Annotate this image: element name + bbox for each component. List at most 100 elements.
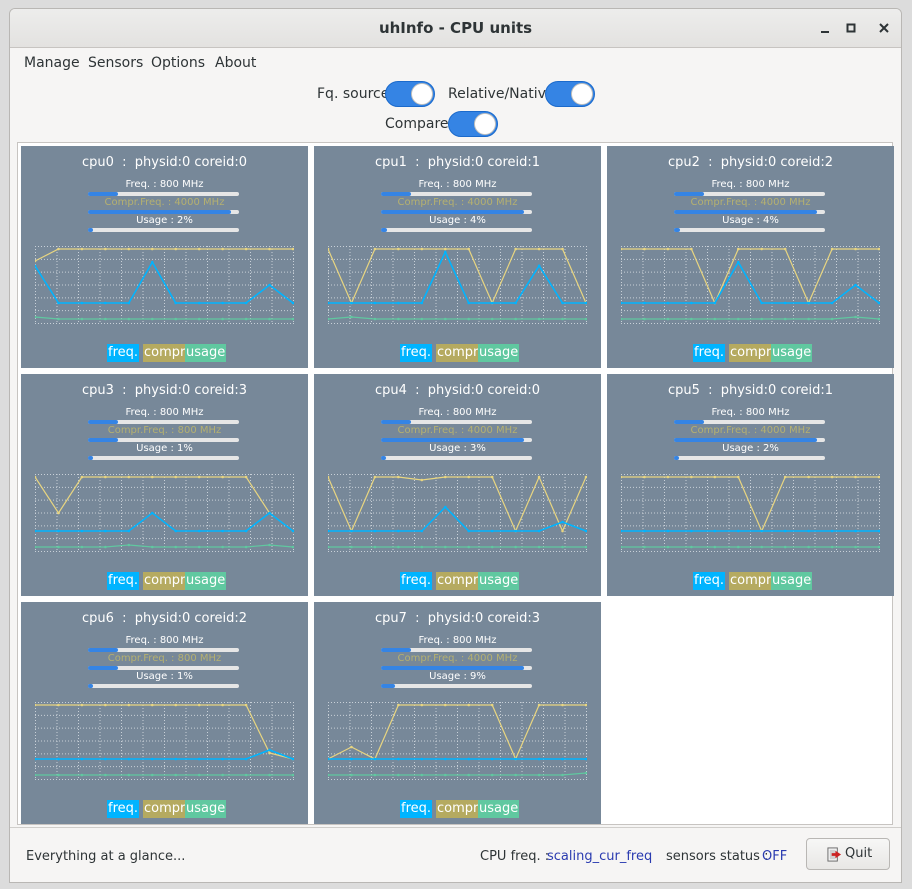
series-point — [621, 545, 623, 549]
series-point — [244, 317, 248, 321]
series-point — [244, 301, 248, 305]
main-window: uhInfo - CPU units Manage Sensors Option… — [9, 8, 902, 883]
series-point — [584, 757, 587, 761]
freq-label: Freq. : 800 MHz — [125, 179, 204, 190]
series-point — [420, 247, 424, 251]
menu-options[interactable]: Options — [151, 55, 205, 71]
legend-usage: usage — [185, 572, 227, 590]
series-point — [174, 773, 178, 777]
window-title: uhInfo - CPU units — [378, 19, 533, 37]
menu-about[interactable]: About — [215, 55, 256, 71]
legend-usage: usage — [771, 344, 813, 362]
compr-freq-bar — [381, 210, 532, 214]
series-point — [443, 773, 447, 777]
series-point — [268, 543, 271, 547]
series-point — [467, 773, 471, 777]
relative-native-switch[interactable] — [545, 81, 595, 107]
series-point — [397, 301, 400, 305]
compr-freq-label: Compr.Freq. : 4000 MHz — [397, 197, 518, 208]
series-point — [328, 301, 330, 305]
series-point — [854, 475, 857, 479]
usage-label: Usage : 1% — [136, 443, 193, 454]
compr-freq-label: Compr.Freq. : 800 MHz — [107, 425, 222, 436]
cpu-history-graph — [328, 474, 587, 552]
freq-bar-fill — [88, 192, 119, 196]
freq-bar-fill — [381, 192, 412, 196]
legend-compr: compr — [143, 344, 187, 362]
maximize-button[interactable] — [841, 18, 861, 38]
series-point — [150, 757, 154, 761]
series-point — [197, 475, 201, 479]
legend-freq: freq. — [400, 344, 433, 362]
series-point — [537, 703, 541, 707]
freq-label: Freq. : 800 MHz — [418, 179, 497, 190]
exit-icon — [827, 847, 842, 862]
series-point — [397, 475, 400, 479]
series-point — [783, 545, 787, 549]
freq-bar-fill — [381, 420, 412, 424]
freq-bar — [674, 192, 825, 196]
status-message: Everything at a glance... — [26, 849, 186, 864]
series-point — [397, 545, 400, 549]
series-point — [57, 703, 60, 707]
switch-knob — [411, 83, 433, 105]
menu-sensors[interactable]: Sensors — [88, 55, 143, 71]
series-point — [373, 475, 377, 479]
series-point — [174, 529, 178, 533]
series-point — [244, 773, 248, 777]
series-point — [690, 529, 693, 533]
compr-freq-bar-fill — [88, 210, 232, 214]
series-point — [537, 545, 541, 549]
series-point — [807, 529, 810, 533]
series-point — [244, 475, 248, 479]
series-point — [736, 317, 740, 321]
cpu-title: cpu4 : physid:0 coreid:0 — [374, 383, 541, 398]
compr-freq-bar-fill — [674, 210, 818, 214]
series-point — [666, 301, 670, 305]
series-point — [174, 317, 178, 321]
menu-manage[interactable]: Manage — [24, 55, 80, 71]
legend-freq: freq. — [107, 344, 140, 362]
quit-button[interactable]: Quit — [806, 838, 890, 870]
series-point — [420, 529, 424, 533]
close-button[interactable] — [874, 18, 894, 38]
series-point — [80, 475, 84, 479]
legend-compr: compr — [436, 572, 480, 590]
usage-bar-fill — [88, 456, 93, 460]
legend-usage: usage — [185, 800, 227, 818]
series-point — [561, 520, 564, 524]
series-point — [174, 757, 178, 761]
minimize-button[interactable] — [815, 18, 835, 38]
series-point — [57, 529, 60, 533]
cpu-title: cpu2 : physid:0 coreid:2 — [667, 155, 834, 170]
freq-bar-fill — [88, 420, 119, 424]
series-point — [268, 283, 271, 287]
series-point — [490, 703, 494, 707]
series-point — [350, 745, 353, 749]
series-point — [80, 703, 84, 707]
series-point — [150, 773, 154, 777]
series-point — [514, 545, 517, 549]
series-point — [397, 247, 400, 251]
fq-source-switch[interactable] — [385, 81, 435, 107]
series-point — [561, 317, 564, 321]
cpu-panel-2: cpu2 : physid:0 coreid:2 Freq. : 800 MHz C… — [607, 146, 894, 368]
series-point — [127, 543, 131, 547]
series-point — [57, 773, 60, 777]
series-point — [104, 301, 107, 305]
series-point — [783, 247, 787, 251]
series-point — [174, 545, 178, 549]
series-point — [104, 475, 107, 479]
fq-source-label: Fq. source — [317, 86, 390, 102]
cpu-title: cpu0 : physid:0 coreid:0 — [81, 155, 248, 170]
series-point — [104, 757, 107, 761]
legend-usage: usage — [478, 800, 520, 818]
series-point — [643, 529, 646, 533]
compare-switch[interactable] — [448, 111, 498, 137]
title-bar[interactable]: uhInfo - CPU units — [10, 9, 901, 48]
series-point — [57, 511, 60, 515]
series-point — [420, 317, 424, 321]
series-point — [467, 703, 471, 707]
compr-freq-label: Compr.Freq. : 800 MHz — [107, 653, 222, 664]
series-point — [291, 317, 294, 321]
